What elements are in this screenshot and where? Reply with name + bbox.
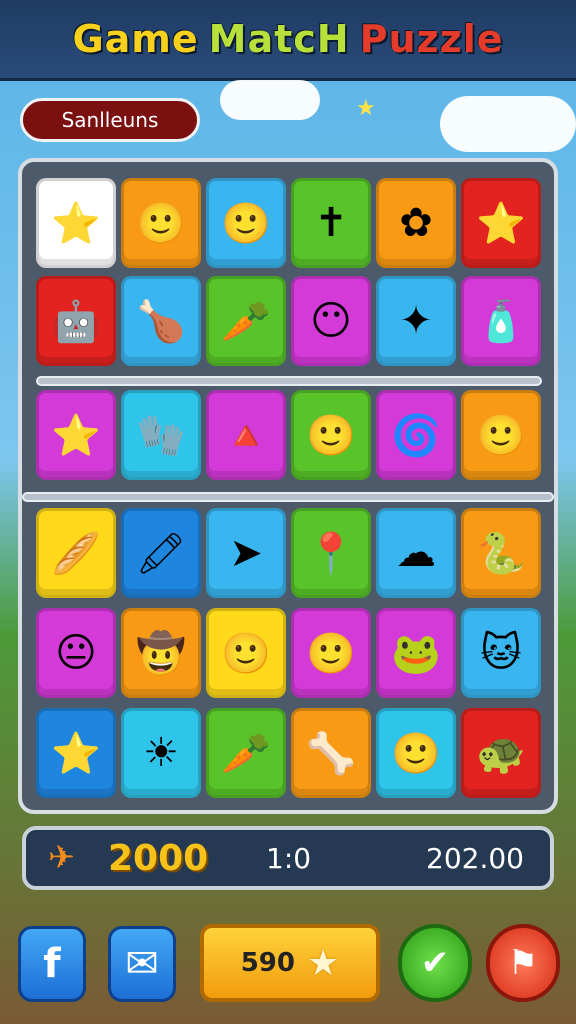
game-tile[interactable]: 🥕 — [206, 276, 286, 366]
game-tile[interactable]: 🖍 — [121, 508, 201, 598]
mail-icon: ✉ — [125, 941, 159, 987]
game-tile[interactable]: 🐢 — [461, 708, 541, 798]
player-name-label: Sanlleuns — [61, 108, 159, 132]
score-value: 2000 — [108, 838, 209, 879]
game-tile[interactable]: 🧤 — [121, 390, 201, 480]
game-tile[interactable]: 🌀 — [376, 390, 456, 480]
game-tile[interactable]: ⭐ — [461, 178, 541, 268]
game-tile[interactable]: 🤠 — [121, 608, 201, 698]
game-board: ⭐ 🙂 🙂 ✝ ✿ ⭐ 🤖 🍗 🥕 😶 ✦ 🧴 ⭐ 🧤 🔺 🙂 🌀 🙂 🥖 🖍 ➤ 📍 ☁ 🐍 😐 🤠 🙂 🙂 🐸 🐱 ⭐ ☀ 🥕 🦴 🙂 🐢 — [18, 158, 558, 814]
game-tile[interactable]: 🦴 — [291, 708, 371, 798]
star-icon: ★ — [307, 942, 340, 984]
game-tile[interactable]: 🥖 — [36, 508, 116, 598]
score-icon: ✈ — [48, 838, 75, 876]
game-tile[interactable]: 🥕 — [206, 708, 286, 798]
cloud-decoration — [220, 80, 320, 120]
game-tile[interactable]: 🙂 — [376, 708, 456, 798]
game-tile[interactable]: 🐱 — [461, 608, 541, 698]
game-tile[interactable]: 🐍 — [461, 508, 541, 598]
game-tile[interactable]: ⭐ — [36, 390, 116, 480]
mail-button[interactable]: ✉ — [108, 926, 176, 1002]
game-tile[interactable]: 😶 — [291, 276, 371, 366]
game-tile[interactable]: 🙂 — [291, 608, 371, 698]
title-word-1: Game — [72, 17, 199, 61]
facebook-button[interactable]: f — [18, 926, 86, 1002]
game-tile[interactable]: ✿ — [376, 178, 456, 268]
game-tile[interactable]: 🙂 — [206, 608, 286, 698]
status-bar: ✈ 2000 1:0 202.00 — [22, 826, 554, 890]
game-tile[interactable]: ⭐ — [36, 708, 116, 798]
game-tile[interactable]: 🙂 — [206, 178, 286, 268]
game-tile[interactable]: 🤖 — [36, 276, 116, 366]
game-tile[interactable]: 🙂 — [461, 390, 541, 480]
game-tile[interactable]: ✦ — [376, 276, 456, 366]
game-tile[interactable]: ☁ — [376, 508, 456, 598]
title-word-3: Puzzle — [359, 17, 504, 61]
game-tile[interactable]: 🐸 — [376, 608, 456, 698]
coins-button[interactable]: 590 ★ — [200, 924, 380, 1002]
board-divider — [36, 376, 542, 386]
hint-icon: ⚑ — [507, 943, 539, 983]
game-tile[interactable]: ✝ — [291, 178, 371, 268]
player-name-badge[interactable]: Sanlleuns — [20, 98, 200, 142]
game-tile[interactable]: ➤ — [206, 508, 286, 598]
sparkle-icon: ★ — [356, 96, 376, 121]
game-tile[interactable]: 🙂 — [291, 390, 371, 480]
facebook-icon: f — [43, 941, 61, 987]
game-title: Game MatcH Puzzle — [0, 0, 576, 78]
game-tile[interactable]: 🧴 — [461, 276, 541, 366]
confirm-button[interactable]: ✔ — [398, 924, 472, 1002]
game-tile[interactable]: 🔺 — [206, 390, 286, 480]
game-tile[interactable]: ☀ — [121, 708, 201, 798]
time-value: 202.00 — [426, 842, 524, 875]
game-tile[interactable]: 🍗 — [121, 276, 201, 366]
game-tile[interactable]: ⭐ — [36, 178, 116, 268]
check-icon: ✔ — [420, 943, 450, 983]
game-tile[interactable]: 🙂 — [121, 178, 201, 268]
game-tile[interactable]: 📍 — [291, 508, 371, 598]
game-tile[interactable]: 😐 — [36, 608, 116, 698]
title-word-2: MatcH — [208, 17, 350, 61]
coins-value: 590 — [240, 948, 295, 978]
cloud-decoration — [440, 96, 576, 152]
moves-value: 1:0 — [266, 842, 312, 875]
hint-button[interactable]: ⚑ — [486, 924, 560, 1002]
board-divider — [22, 492, 554, 502]
